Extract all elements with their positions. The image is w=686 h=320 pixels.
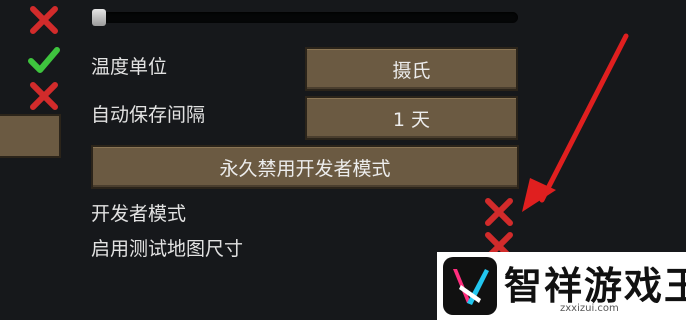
red-arrow-annotation (522, 33, 629, 212)
developer-mode-label: 开发者模式 (91, 203, 187, 225)
autosave-interval-label: 自动保存间隔 (91, 104, 206, 126)
check-mark-icon[interactable] (27, 44, 61, 76)
partial-button[interactable] (0, 114, 61, 158)
temperature-unit-label: 温度单位 (91, 56, 168, 78)
slider-track[interactable] (92, 12, 518, 23)
temperature-unit-button[interactable]: 摄氏 (305, 47, 518, 91)
watermark-url: zxxizui.com (560, 303, 619, 314)
test-map-sizes-label: 启用测试地图尺寸 (91, 238, 244, 260)
autosave-interval-button[interactable]: 1 天 (305, 96, 518, 140)
watermark-logo (443, 257, 497, 315)
watermark-title: 智祥游戏王 (504, 263, 686, 308)
slider-handle[interactable] (92, 9, 106, 26)
x-mark-icon[interactable] (28, 4, 60, 36)
disable-developer-mode-button[interactable]: 永久禁用开发者模式 (91, 145, 519, 189)
x-mark-icon[interactable] (28, 80, 60, 112)
